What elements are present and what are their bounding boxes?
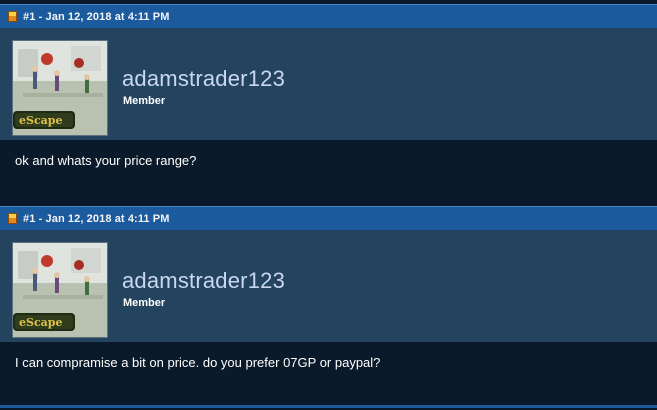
svg-text:eScape: eScape: [19, 316, 62, 329]
username-link[interactable]: adamstrader123: [122, 268, 285, 294]
user-role: Member: [123, 297, 166, 309]
post-header: #1 - Jan 12, 2018 at 4:11 PM: [0, 206, 657, 230]
username-link[interactable]: adamstrader123: [122, 66, 285, 92]
post-message: I can compramise a bit on price. do you …: [0, 342, 657, 410]
avatar[interactable]: eScape: [12, 40, 108, 136]
post-message-text: I can compramise a bit on price. do you …: [15, 355, 381, 370]
document-icon: [8, 213, 17, 224]
user-role: Member: [123, 95, 166, 107]
post-divider: [0, 405, 657, 408]
post-message-text: ok and whats your price range?: [15, 153, 197, 168]
svg-text:eScape: eScape: [19, 114, 62, 127]
post-author-panel: eScape adamstrader123 Member: [0, 28, 657, 140]
document-icon: [8, 11, 17, 22]
post-author-panel: eScape adamstrader123 Member: [0, 230, 657, 342]
post-message: ok and whats your price range?: [0, 140, 657, 208]
post: #1 - Jan 12, 2018 at 4:11 PM eScape adam…: [0, 4, 657, 208]
post-permalink[interactable]: #1 - Jan 12, 2018 at 4:11 PM: [23, 213, 170, 225]
post-permalink[interactable]: #1 - Jan 12, 2018 at 4:11 PM: [23, 11, 170, 23]
avatar[interactable]: eScape: [12, 242, 108, 338]
post-header: #1 - Jan 12, 2018 at 4:11 PM: [0, 4, 657, 28]
post: #1 - Jan 12, 2018 at 4:11 PM eScape adam…: [0, 206, 657, 410]
